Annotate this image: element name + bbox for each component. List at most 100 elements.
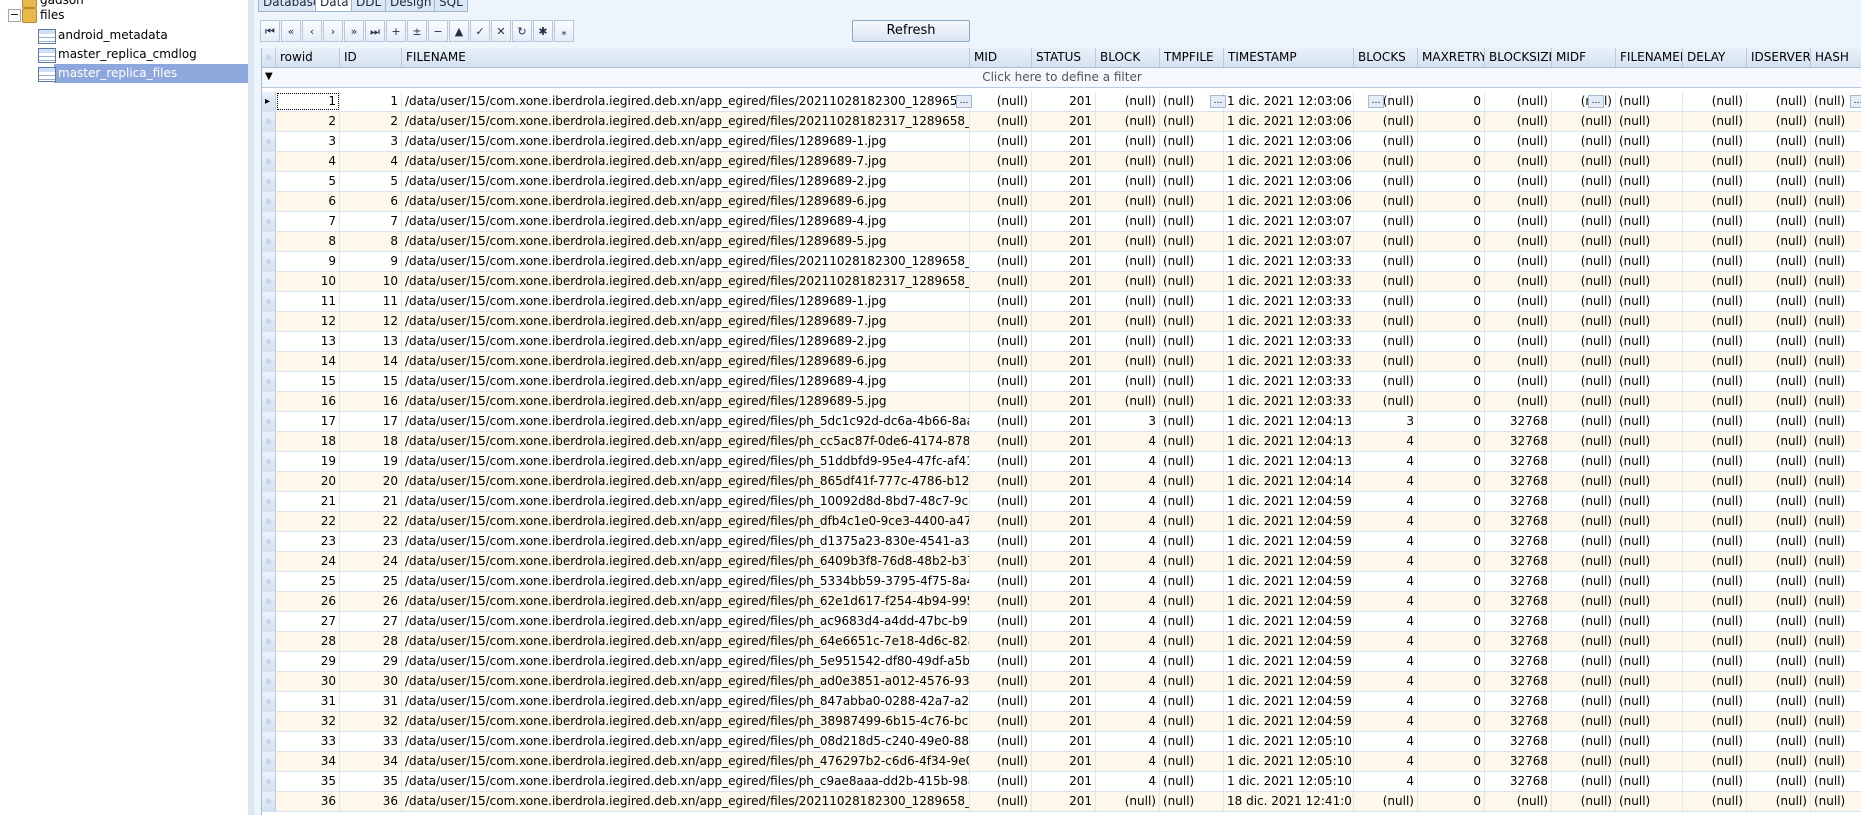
column-header-maxretry[interactable]: MAXRETRY bbox=[1418, 48, 1485, 67]
cell-filename[interactable]: /data/user/15/com.xone.iberdrola.iegired… bbox=[402, 752, 970, 771]
ellipsis-button-tmpfile[interactable]: … bbox=[1210, 95, 1226, 108]
cell-mid[interactable]: (null) bbox=[970, 112, 1032, 131]
cell-tmpfile[interactable]: (null) bbox=[1160, 672, 1224, 691]
cell-filenamef[interactable]: (null) bbox=[1616, 92, 1683, 111]
cell-midf[interactable]: (null) bbox=[1552, 152, 1616, 171]
cell-mid[interactable]: (null) bbox=[970, 352, 1032, 371]
cell-status[interactable]: 201 bbox=[1032, 192, 1096, 211]
cell-block[interactable]: 4 bbox=[1096, 712, 1160, 731]
cell-blocksize[interactable]: 32768 bbox=[1485, 652, 1552, 671]
cell-id[interactable]: 11 bbox=[340, 292, 402, 311]
cell-mid[interactable]: (null) bbox=[970, 712, 1032, 731]
cell-idserver[interactable]: (null) bbox=[1747, 252, 1811, 271]
cell-filenamef[interactable]: (null) bbox=[1616, 512, 1683, 531]
cell-blocksize[interactable]: 32768 bbox=[1485, 772, 1552, 791]
cell-tmpfile[interactable]: (null) bbox=[1160, 352, 1224, 371]
cell-status[interactable]: 201 bbox=[1032, 352, 1096, 371]
cell-midf[interactable]: (null) bbox=[1552, 432, 1616, 451]
cell-rowid[interactable]: 26 bbox=[276, 592, 340, 611]
cell-midf[interactable]: (null) bbox=[1552, 132, 1616, 151]
table-row[interactable]: 16 16/data/user/15/com.xone.iberdrola.ieg… bbox=[262, 392, 1861, 412]
cell-blocks[interactable]: (null) bbox=[1354, 372, 1418, 391]
cell-mid[interactable]: (null) bbox=[970, 392, 1032, 411]
cell-id[interactable]: 22 bbox=[340, 512, 402, 531]
cell-midf[interactable]: (null) bbox=[1552, 452, 1616, 471]
cell-status[interactable]: 201 bbox=[1032, 212, 1096, 231]
cell-idserver[interactable]: (null) bbox=[1747, 772, 1811, 791]
cell-filename[interactable]: /data/user/15/com.xone.iberdrola.iegired… bbox=[402, 572, 970, 591]
cell-blocksize[interactable]: (null) bbox=[1485, 272, 1552, 291]
cell-timestamp[interactable]: 1 dic. 2021 12:03:33 bbox=[1224, 292, 1354, 311]
cell-timestamp[interactable]: 18 dic. 2021 12:41:07 bbox=[1224, 792, 1354, 811]
cell-timestamp[interactable]: 1 dic. 2021 12:04:59 bbox=[1224, 552, 1354, 571]
cell-timestamp[interactable]: 1 dic. 2021 12:04:59 bbox=[1224, 612, 1354, 631]
delete-icon[interactable]: − bbox=[428, 20, 448, 42]
cell-filenamef[interactable]: (null) bbox=[1616, 292, 1683, 311]
cell-timestamp[interactable]: 1 dic. 2021 12:03:33 bbox=[1224, 392, 1354, 411]
cell-delay[interactable]: (null) bbox=[1683, 552, 1747, 571]
cell-status[interactable]: 201 bbox=[1032, 752, 1096, 771]
cell-hash[interactable]: (null) bbox=[1811, 132, 1861, 151]
cell-tmpfile[interactable]: (null) bbox=[1160, 652, 1224, 671]
cell-delay[interactable]: (null) bbox=[1683, 792, 1747, 811]
cell-midf[interactable]: (null) bbox=[1552, 392, 1616, 411]
cell-status[interactable]: 201 bbox=[1032, 672, 1096, 691]
cell-timestamp[interactable]: 1 dic. 2021 12:03:06 bbox=[1224, 92, 1354, 111]
row-indicator[interactable] bbox=[262, 372, 276, 391]
cell-hash[interactable]: (null) bbox=[1811, 292, 1861, 311]
cell-blocksize[interactable]: (null) bbox=[1485, 392, 1552, 411]
cell-midf[interactable]: (null) bbox=[1552, 752, 1616, 771]
cell-blocks[interactable]: (null) bbox=[1354, 292, 1418, 311]
cell-filename[interactable]: /data/user/15/com.xone.iberdrola.iegired… bbox=[402, 552, 970, 571]
cell-midf[interactable]: (null) bbox=[1552, 552, 1616, 571]
cell-midf[interactable]: (null) bbox=[1552, 172, 1616, 191]
cell-filenamef[interactable]: (null) bbox=[1616, 452, 1683, 471]
cell-rowid[interactable]: 15 bbox=[276, 372, 340, 391]
cell-mid[interactable]: (null) bbox=[970, 412, 1032, 431]
cell-block[interactable]: (null) bbox=[1096, 352, 1160, 371]
cell-rowid[interactable]: 17 bbox=[276, 412, 340, 431]
cell-timestamp[interactable]: 1 dic. 2021 12:03:33 bbox=[1224, 352, 1354, 371]
cell-status[interactable]: 201 bbox=[1032, 392, 1096, 411]
cell-blocksize[interactable]: 32768 bbox=[1485, 532, 1552, 551]
cell-block[interactable]: 4 bbox=[1096, 632, 1160, 651]
cell-maxretry[interactable]: 0 bbox=[1418, 612, 1485, 631]
cell-filenamef[interactable]: (null) bbox=[1616, 172, 1683, 191]
refresh-button[interactable]: Refresh bbox=[852, 20, 970, 42]
cell-idserver[interactable]: (null) bbox=[1747, 172, 1811, 191]
cell-midf[interactable]: (null) bbox=[1552, 272, 1616, 291]
cell-blocks[interactable]: 4 bbox=[1354, 772, 1418, 791]
row-indicator[interactable] bbox=[262, 272, 276, 291]
cell-midf[interactable]: (null) bbox=[1552, 332, 1616, 351]
cell-midf[interactable]: (null) bbox=[1552, 492, 1616, 511]
cell-id[interactable]: 29 bbox=[340, 652, 402, 671]
cell-status[interactable]: 201 bbox=[1032, 772, 1096, 791]
cell-rowid[interactable]: 27 bbox=[276, 612, 340, 631]
cell-blocks[interactable]: (null) bbox=[1354, 212, 1418, 231]
cell-idserver[interactable]: (null) bbox=[1747, 432, 1811, 451]
cell-blocksize[interactable]: (null) bbox=[1485, 792, 1552, 811]
cell-hash[interactable]: (null) bbox=[1811, 152, 1861, 171]
cell-blocksize[interactable]: 32768 bbox=[1485, 752, 1552, 771]
cell-maxretry[interactable]: 0 bbox=[1418, 792, 1485, 811]
cell-filename[interactable]: /data/user/15/com.xone.iberdrola.iegired… bbox=[402, 672, 970, 691]
cell-midf[interactable]: (null) bbox=[1552, 592, 1616, 611]
cell-tmpfile[interactable]: (null) bbox=[1160, 452, 1224, 471]
cell-mid[interactable]: (null) bbox=[970, 432, 1032, 451]
cell-block[interactable]: 4 bbox=[1096, 432, 1160, 451]
cell-blocksize[interactable]: (null) bbox=[1485, 352, 1552, 371]
cell-status[interactable]: 201 bbox=[1032, 792, 1096, 811]
cell-delay[interactable]: (null) bbox=[1683, 472, 1747, 491]
cell-blocksize[interactable]: 32768 bbox=[1485, 512, 1552, 531]
cell-timestamp[interactable]: 1 dic. 2021 12:03:06 bbox=[1224, 112, 1354, 131]
row-indicator[interactable] bbox=[262, 172, 276, 191]
row-indicator[interactable] bbox=[262, 592, 276, 611]
cell-blocks[interactable]: (null) bbox=[1354, 312, 1418, 331]
cell-mid[interactable]: (null) bbox=[970, 672, 1032, 691]
table-row[interactable]: 23 23/data/user/15/com.xone.iberdrola.ieg… bbox=[262, 532, 1861, 552]
cell-blocksize[interactable]: (null) bbox=[1485, 212, 1552, 231]
cell-hash[interactable]: (null) bbox=[1811, 752, 1861, 771]
cell-delay[interactable]: (null) bbox=[1683, 312, 1747, 331]
cell-blocks[interactable]: 4 bbox=[1354, 552, 1418, 571]
cell-tmpfile[interactable]: (null) bbox=[1160, 632, 1224, 651]
